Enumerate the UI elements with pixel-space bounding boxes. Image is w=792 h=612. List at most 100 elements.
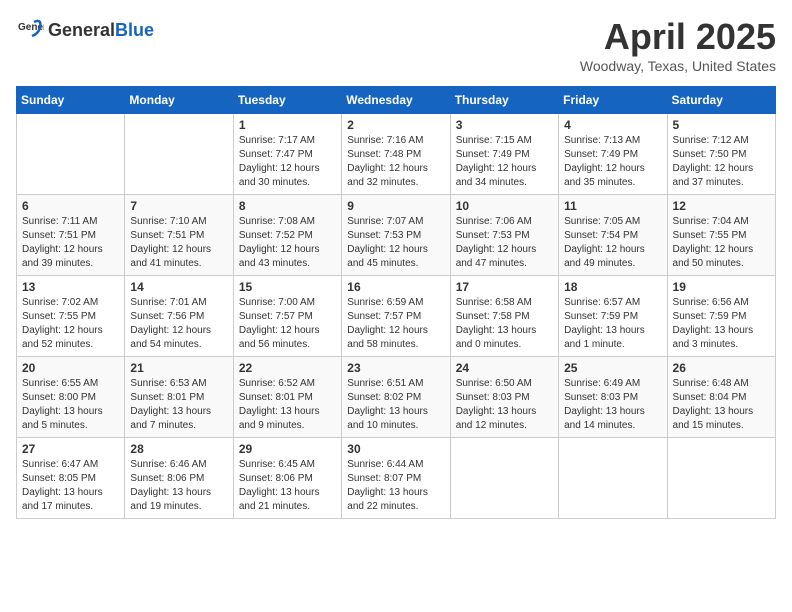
logo-icon: General [16, 16, 44, 44]
day-number: 4 [564, 118, 661, 132]
day-info: Sunrise: 7:11 AM Sunset: 7:51 PM Dayligh… [22, 215, 119, 271]
day-number: 22 [239, 361, 336, 375]
calendar-day-cell: 11 Sunrise: 7:05 AM Sunset: 7:54 PM Dayli… [559, 195, 667, 276]
weekday-header: Thursday [450, 87, 558, 114]
calendar-week-row: 27 Sunrise: 6:47 AM Sunset: 8:05 PM Dayli… [17, 438, 776, 519]
calendar-day-cell: 23Sunrise: 6:51 AM Sunset: 8:02 PM Dayli… [342, 357, 450, 438]
calendar-day-cell: 5 Sunrise: 7:12 AM Sunset: 7:50 PM Daylig… [667, 114, 775, 195]
calendar-day-cell: 4 Sunrise: 7:13 AM Sunset: 7:49 PM Daylig… [559, 114, 667, 195]
day-info: Sunrise: 6:48 AM Sunset: 8:04 PM Dayligh… [673, 377, 770, 433]
day-info: Sunrise: 7:15 AM Sunset: 7:49 PM Dayligh… [456, 134, 553, 190]
day-info: Sunrise: 6:50 AM Sunset: 8:03 PM Dayligh… [456, 377, 553, 433]
calendar-day-cell: 24 Sunrise: 6:50 AM Sunset: 8:03 PM Dayli… [450, 357, 558, 438]
calendar-week-row: 1 Sunrise: 7:17 AM Sunset: 7:47 PM Daylig… [17, 114, 776, 195]
day-number: 24 [456, 361, 553, 375]
day-number: 18 [564, 280, 661, 294]
calendar-day-cell: 15Sunrise: 7:00 AM Sunset: 7:57 PM Dayli… [233, 276, 341, 357]
calendar-day-cell: 16 Sunrise: 6:59 AM Sunset: 7:57 PM Dayli… [342, 276, 450, 357]
page-header: General GeneralBlue April 2025 Woodway, … [16, 16, 776, 74]
day-number: 10 [456, 199, 553, 213]
calendar-day-cell: 10 Sunrise: 7:06 AM Sunset: 7:53 PM Dayli… [450, 195, 558, 276]
day-info: Sunrise: 6:52 AM Sunset: 8:01 PM Dayligh… [239, 377, 336, 433]
day-number: 16 [347, 280, 444, 294]
day-number: 6 [22, 199, 119, 213]
calendar-day-cell: 9Sunrise: 7:07 AM Sunset: 7:53 PM Daylig… [342, 195, 450, 276]
calendar-week-row: 6 Sunrise: 7:11 AM Sunset: 7:51 PM Daylig… [17, 195, 776, 276]
day-info: Sunrise: 6:49 AM Sunset: 8:03 PM Dayligh… [564, 377, 661, 433]
day-info: Sunrise: 7:17 AM Sunset: 7:47 PM Dayligh… [239, 134, 336, 190]
calendar-day-cell: 28Sunrise: 6:46 AM Sunset: 8:06 PM Dayli… [125, 438, 233, 519]
day-number: 12 [673, 199, 770, 213]
day-info: Sunrise: 7:08 AM Sunset: 7:52 PM Dayligh… [239, 215, 336, 271]
day-number: 17 [456, 280, 553, 294]
day-number: 2 [347, 118, 444, 132]
day-info: Sunrise: 6:59 AM Sunset: 7:57 PM Dayligh… [347, 296, 444, 352]
day-number: 26 [673, 361, 770, 375]
day-number: 11 [564, 199, 661, 213]
day-info: Sunrise: 7:10 AM Sunset: 7:51 PM Dayligh… [130, 215, 227, 271]
weekday-header: Monday [125, 87, 233, 114]
weekday-header: Saturday [667, 87, 775, 114]
calendar-day-cell: 7 Sunrise: 7:10 AM Sunset: 7:51 PM Daylig… [125, 195, 233, 276]
day-info: Sunrise: 7:07 AM Sunset: 7:53 PM Dayligh… [347, 215, 444, 271]
day-info: Sunrise: 7:06 AM Sunset: 7:53 PM Dayligh… [456, 215, 553, 271]
calendar-day-cell: 26 Sunrise: 6:48 AM Sunset: 8:04 PM Dayli… [667, 357, 775, 438]
day-info: Sunrise: 6:45 AM Sunset: 8:06 PM Dayligh… [239, 458, 336, 514]
day-info: Sunrise: 6:55 AM Sunset: 8:00 PM Dayligh… [22, 377, 119, 433]
calendar-day-cell [667, 438, 775, 519]
calendar-day-cell: 25 Sunrise: 6:49 AM Sunset: 8:03 PM Dayli… [559, 357, 667, 438]
calendar-day-cell: 6 Sunrise: 7:11 AM Sunset: 7:51 PM Daylig… [17, 195, 125, 276]
day-info: Sunrise: 7:12 AM Sunset: 7:50 PM Dayligh… [673, 134, 770, 190]
day-info: Sunrise: 7:05 AM Sunset: 7:54 PM Dayligh… [564, 215, 661, 271]
calendar-day-cell: 22 Sunrise: 6:52 AM Sunset: 8:01 PM Dayli… [233, 357, 341, 438]
day-info: Sunrise: 6:44 AM Sunset: 8:07 PM Dayligh… [347, 458, 444, 514]
day-number: 19 [673, 280, 770, 294]
calendar-day-cell: 27 Sunrise: 6:47 AM Sunset: 8:05 PM Dayli… [17, 438, 125, 519]
day-number: 21 [130, 361, 227, 375]
day-number: 7 [130, 199, 227, 213]
calendar-table: SundayMondayTuesdayWednesdayThursdayFrid… [16, 86, 776, 519]
day-number: 29 [239, 442, 336, 456]
calendar-day-cell: 8Sunrise: 7:08 AM Sunset: 7:52 PM Daylig… [233, 195, 341, 276]
calendar-day-cell [450, 438, 558, 519]
calendar-day-cell [125, 114, 233, 195]
day-number: 27 [22, 442, 119, 456]
day-info: Sunrise: 6:58 AM Sunset: 7:58 PM Dayligh… [456, 296, 553, 352]
weekday-header: Tuesday [233, 87, 341, 114]
day-info: Sunrise: 6:57 AM Sunset: 7:59 PM Dayligh… [564, 296, 661, 352]
day-number: 5 [673, 118, 770, 132]
day-info: Sunrise: 7:13 AM Sunset: 7:49 PM Dayligh… [564, 134, 661, 190]
calendar-day-cell: 13Sunrise: 7:02 AM Sunset: 7:55 PM Dayli… [17, 276, 125, 357]
day-info: Sunrise: 6:56 AM Sunset: 7:59 PM Dayligh… [673, 296, 770, 352]
calendar-day-cell: 30Sunrise: 6:44 AM Sunset: 8:07 PM Dayli… [342, 438, 450, 519]
calendar-day-cell [17, 114, 125, 195]
day-number: 25 [564, 361, 661, 375]
calendar-day-cell: 29 Sunrise: 6:45 AM Sunset: 8:06 PM Dayli… [233, 438, 341, 519]
calendar-subtitle: Woodway, Texas, United States [580, 58, 776, 74]
calendar-day-cell: 12 Sunrise: 7:04 AM Sunset: 7:55 PM Dayli… [667, 195, 775, 276]
calendar-day-cell: 1 Sunrise: 7:17 AM Sunset: 7:47 PM Daylig… [233, 114, 341, 195]
calendar-day-cell: 21 Sunrise: 6:53 AM Sunset: 8:01 PM Dayli… [125, 357, 233, 438]
weekday-header: Sunday [17, 87, 125, 114]
calendar-title: April 2025 [580, 16, 776, 58]
day-number: 20 [22, 361, 119, 375]
day-number: 14 [130, 280, 227, 294]
day-number: 15 [239, 280, 336, 294]
calendar-day-cell: 14 Sunrise: 7:01 AM Sunset: 7:56 PM Dayli… [125, 276, 233, 357]
day-number: 1 [239, 118, 336, 132]
day-info: Sunrise: 6:47 AM Sunset: 8:05 PM Dayligh… [22, 458, 119, 514]
calendar-day-cell: 3Sunrise: 7:15 AM Sunset: 7:49 PM Daylig… [450, 114, 558, 195]
day-number: 13 [22, 280, 119, 294]
calendar-day-cell: 20 Sunrise: 6:55 AM Sunset: 8:00 PM Dayli… [17, 357, 125, 438]
calendar-week-row: 13Sunrise: 7:02 AM Sunset: 7:55 PM Dayli… [17, 276, 776, 357]
calendar-day-cell: 2 Sunrise: 7:16 AM Sunset: 7:48 PM Daylig… [342, 114, 450, 195]
day-info: Sunrise: 7:04 AM Sunset: 7:55 PM Dayligh… [673, 215, 770, 271]
day-info: Sunrise: 7:01 AM Sunset: 7:56 PM Dayligh… [130, 296, 227, 352]
calendar-day-cell: 19 Sunrise: 6:56 AM Sunset: 7:59 PM Dayli… [667, 276, 775, 357]
weekday-header: Friday [559, 87, 667, 114]
day-number: 23 [347, 361, 444, 375]
day-info: Sunrise: 7:16 AM Sunset: 7:48 PM Dayligh… [347, 134, 444, 190]
day-info: Sunrise: 6:53 AM Sunset: 8:01 PM Dayligh… [130, 377, 227, 433]
calendar-day-cell: 17 Sunrise: 6:58 AM Sunset: 7:58 PM Dayli… [450, 276, 558, 357]
calendar-day-cell [559, 438, 667, 519]
